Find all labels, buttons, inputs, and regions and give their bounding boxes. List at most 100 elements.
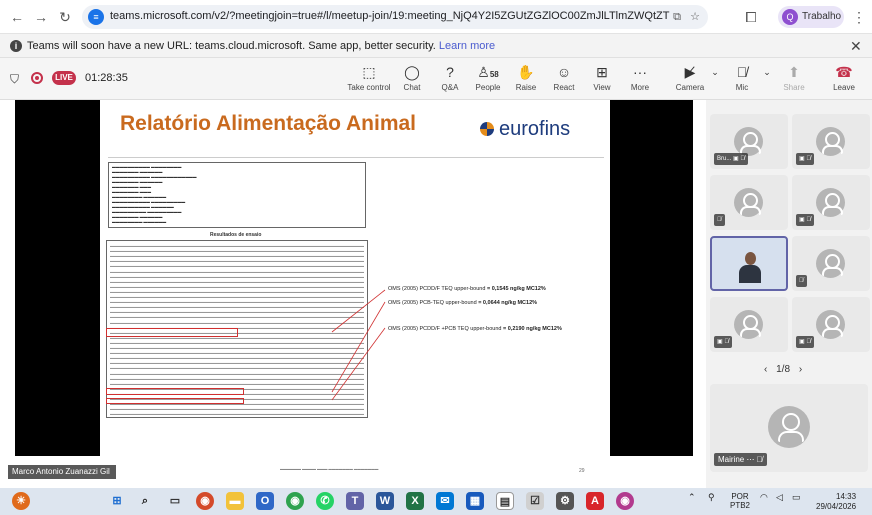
tray-chevron-icon[interactable]: ⌃ — [688, 492, 696, 503]
participant-status: ▣ 🎙̸ — [714, 336, 732, 348]
url-text[interactable]: teams.microsoft.com/v2/?meetingjoin=true… — [110, 10, 670, 22]
chevron-right-icon[interactable]: › — [799, 364, 802, 375]
participant-tile-large[interactable]: Mairine ⋯ 🎙̸ — [710, 384, 868, 472]
system-clock[interactable]: 14:33 29/04/2026 — [816, 492, 856, 512]
participant-tile[interactable]: Bru... ▣ 🎙̸ — [710, 114, 788, 169]
url-change-banner: i Teams will soon have a new URL: teams.… — [0, 34, 872, 58]
presentation-slide: Relatório Alimentação Animal eurofins ▬▬… — [100, 100, 610, 474]
people-count: 58 — [489, 70, 499, 79]
settings-icon[interactable]: ⚙ — [556, 492, 574, 510]
battery-icon[interactable]: ▭ — [792, 492, 801, 503]
extensions-icon[interactable]: ⧠ — [742, 8, 760, 26]
participant-tile-video[interactable] — [710, 236, 788, 291]
presenter-name: Marco Antonio Zuanazzi Gil — [8, 465, 116, 479]
annotation-label: OMS (2005) PCDD/F +PCB TEQ upper-bound — [388, 326, 502, 332]
participant-name: Mairine ⋯ 🎙̸ — [714, 453, 767, 466]
avatar-icon — [816, 188, 845, 217]
lang-text: POR — [731, 492, 749, 501]
camera-button[interactable]: ▶̸ Camera — [667, 64, 713, 98]
take-control-button[interactable]: ⬚ Take control — [346, 64, 392, 98]
language-indicator[interactable]: POR PTB2 — [730, 492, 750, 510]
excel-icon[interactable]: X — [406, 492, 424, 510]
start-icon[interactable]: ⊞ — [108, 492, 126, 510]
participant-tile[interactable]: ▣ 🎙̸ — [792, 114, 870, 169]
participant-video — [737, 248, 763, 284]
address-bar[interactable]: ≡ teams.microsoft.com/v2/?meetingjoin=tr… — [82, 5, 708, 29]
recording-icon — [31, 72, 43, 84]
participant-status: ▣ 🎙̸ — [796, 336, 814, 348]
outlook-mail-icon[interactable]: ✉ — [436, 492, 454, 510]
annotation-pcdd: OMS (2005) PCDD/F TEQ upper-bound = 0,15… — [388, 286, 546, 292]
word-icon[interactable]: W — [376, 492, 394, 510]
checklist-icon[interactable]: ☑ — [526, 492, 544, 510]
back-icon[interactable]: ← — [8, 8, 26, 26]
annotation-value: = 0,2190 ng/kg MC12% — [503, 326, 562, 332]
participant-status: ▣ 🎙̸ — [796, 153, 814, 165]
app-icon[interactable]: ▦ — [466, 492, 484, 510]
slide-footer: ▬▬▬▬▬▬ ▬▬▬▬ ▬▬▬ ▬▬▬▬▬▬▬ ▬▬▬▬▬▬▬ — [280, 467, 379, 471]
avatar-icon — [734, 188, 763, 217]
windows-taskbar: ☀ ⊞ ⌕ ▭ ◉ ▬ O ◉ ✆ T W X ✉ ▦ ▤ ☑ ⚙ A ◉ ⌃ … — [0, 488, 872, 515]
forward-icon[interactable]: → — [32, 8, 50, 26]
participant-tile[interactable]: 🎙̸ — [710, 175, 788, 230]
more-button[interactable]: ··· More — [617, 64, 663, 98]
shield-icon[interactable]: ⛉ — [10, 72, 19, 87]
avatar-icon — [768, 406, 810, 448]
weather-icon[interactable]: ☀ — [12, 492, 30, 510]
mic-button[interactable]: 🎙̸ Mic — [719, 64, 765, 98]
outlook-icon[interactable]: O — [256, 492, 274, 510]
banner-message: Teams will soon have a new URL: teams.cl… — [27, 40, 495, 52]
toolbar-label: More — [630, 83, 650, 92]
chrome-profile-icon[interactable]: ◉ — [286, 492, 304, 510]
volume-icon[interactable]: ◁ — [776, 492, 783, 503]
participants-pager: ‹ 1/8 › — [764, 364, 802, 375]
participant-status: ▣ 🎙̸ — [796, 214, 814, 226]
reload-icon[interactable]: ↻ — [56, 8, 74, 26]
share-button[interactable]: ⬆ Share — [771, 64, 817, 98]
profile-button[interactable]: Q Trabalho — [778, 6, 844, 28]
avatar-icon — [816, 127, 845, 156]
calendar-icon[interactable]: ▤ — [496, 492, 514, 510]
browser-menu-icon[interactable]: ⋮ — [850, 8, 868, 26]
slide-page-number: 29 — [579, 468, 585, 474]
annotation-label: OMS (2005) PCB-TEQ upper-bound — [388, 300, 477, 306]
clock-date: 29/04/2026 — [816, 502, 857, 511]
location-icon[interactable]: ⚲ — [708, 492, 715, 503]
clock-time: 14:33 — [836, 492, 857, 501]
profile-label: Trabalho — [802, 11, 842, 22]
teams-icon[interactable]: T — [346, 492, 364, 510]
participant-tile[interactable]: ▣ 🎙̸ — [710, 297, 788, 352]
wifi-icon[interactable]: ◠ — [760, 492, 768, 503]
toolbar-label: Share — [783, 83, 805, 92]
avatar-icon — [734, 310, 763, 339]
close-icon[interactable]: ✕ — [850, 38, 862, 55]
participant-status: 🎙̸ — [796, 275, 807, 287]
avatar: Q — [782, 9, 798, 25]
app2-icon[interactable]: ◉ — [616, 492, 634, 510]
learn-more-link[interactable]: Learn more — [439, 40, 495, 52]
info-icon: i — [10, 40, 22, 52]
pdf-icon[interactable]: A — [586, 492, 604, 510]
participant-tile[interactable]: ▣ 🎙̸ — [792, 175, 870, 230]
file-explorer-icon[interactable]: ▬ — [226, 492, 244, 510]
participant-tile[interactable]: ▣ 🎙̸ — [792, 297, 870, 352]
meeting-timer: 01:28:35 — [85, 72, 128, 84]
chevron-left-icon[interactable]: ‹ — [764, 364, 767, 375]
take-control-icon: ⬚ — [362, 64, 376, 80]
chrome-icon[interactable]: ◉ — [196, 492, 214, 510]
toolbar-label: Leave — [833, 83, 855, 92]
browser-toolbar: ← → ↻ ≡ teams.microsoft.com/v2/?meetingj… — [0, 0, 872, 34]
more-icon: ··· — [633, 64, 647, 80]
annotation-value: = 0,1545 ng/kg MC12% — [486, 286, 546, 292]
task-view-icon[interactable]: ▭ — [166, 492, 184, 510]
search-icon[interactable]: ⌕ — [136, 492, 154, 510]
whatsapp-icon[interactable]: ✆ — [316, 492, 334, 510]
participant-tile[interactable]: 🎙̸ — [792, 236, 870, 291]
leave-button[interactable]: ☎ Leave — [821, 64, 867, 98]
bookmark-star-icon[interactable]: ☆ — [688, 10, 702, 24]
participant-label: Bru... — [717, 156, 732, 162]
site-info-icon[interactable]: ≡ — [88, 9, 104, 25]
cast-icon[interactable]: ⧉ — [670, 10, 684, 24]
participant-label: Mairine — [718, 455, 745, 464]
camera-off-icon: ▶̸ — [684, 64, 696, 80]
